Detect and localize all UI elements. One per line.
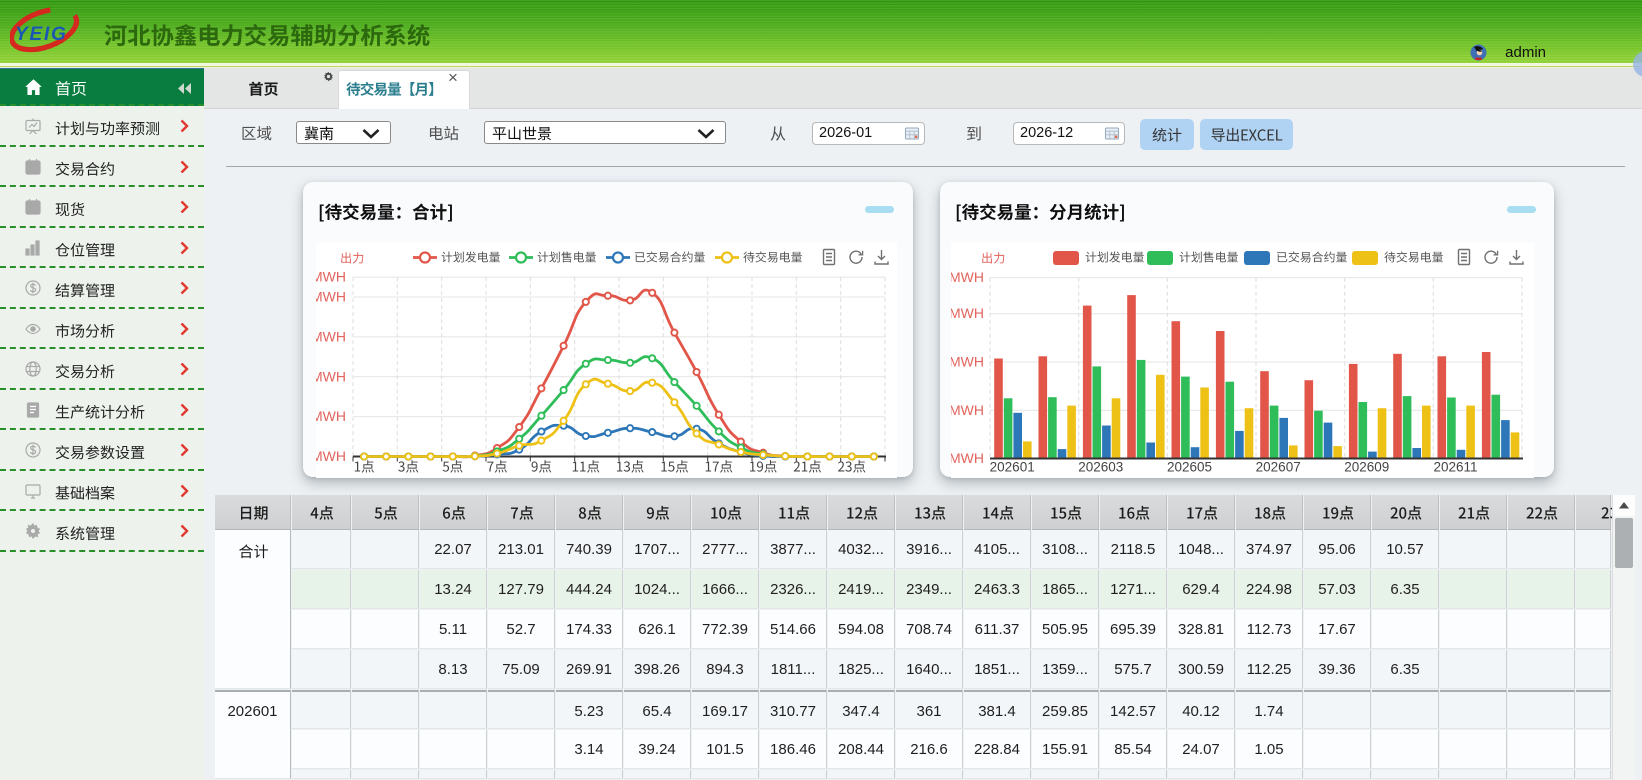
svg-text:2000MWH: 2000MWH [951,354,984,370]
svg-text:0MWH: 0MWH [951,450,984,466]
svg-text:202607: 202607 [1256,460,1301,475]
svg-text:3000MWH: 3000MWH [316,328,346,344]
svg-text:YEIG: YEIG [15,24,68,45]
svg-text:202603: 202603 [1078,460,1123,475]
svg-text:1000MWH: 1000MWH [316,408,346,424]
svg-text:202611: 202611 [1433,460,1477,475]
svg-text:202605: 202605 [1167,460,1212,475]
svg-text:202601: 202601 [990,460,1035,475]
svg-text:202609: 202609 [1344,460,1389,475]
svg-text:4500MWH: 4500MWH [316,269,346,285]
svg-text:2000MWH: 2000MWH [316,368,346,384]
svg-text:1000MWH: 1000MWH [951,402,984,418]
svg-text:3000MWH: 3000MWH [951,305,984,321]
svg-text:0MWH: 0MWH [316,448,346,464]
svg-text:4000MWH: 4000MWH [316,289,346,305]
svg-text:3745MWH: 3745MWH [951,269,984,285]
